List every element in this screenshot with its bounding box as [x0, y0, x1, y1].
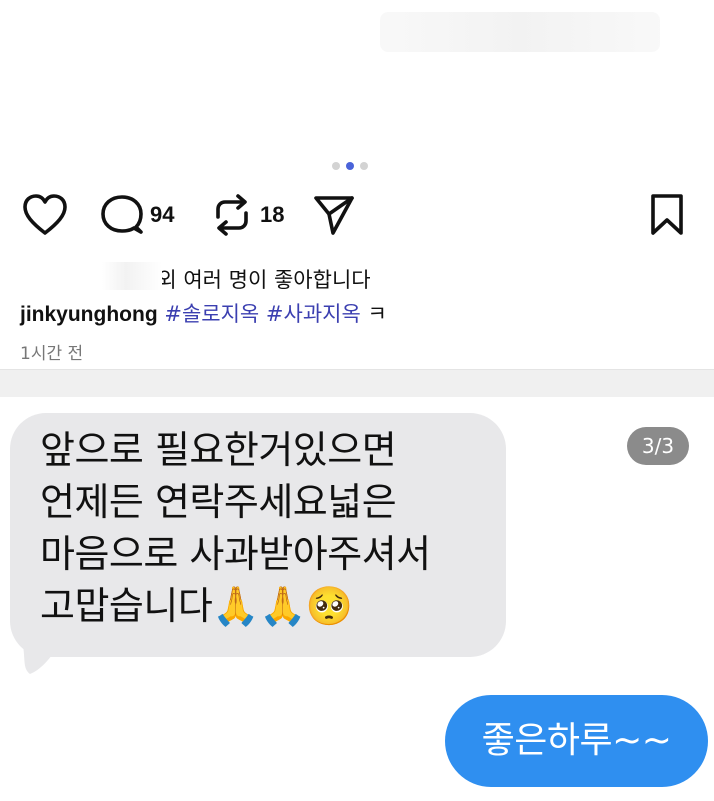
- repost-button[interactable]: 18: [210, 193, 284, 237]
- save-button[interactable]: [648, 193, 686, 237]
- send-icon: [314, 196, 354, 235]
- outgoing-message-bubble: 좋은하루~~: [445, 695, 708, 787]
- carousel-dot[interactable]: [360, 162, 368, 170]
- username-link[interactable]: jinkyunghong: [20, 303, 158, 326]
- post-caption: jinkyunghong #솔로지옥 #사과지옥 ㅋ: [20, 298, 387, 328]
- blurred-username: [102, 262, 162, 290]
- section-divider: [0, 369, 714, 397]
- share-button[interactable]: [312, 193, 356, 237]
- post-timestamp: 1시간 전: [20, 344, 84, 364]
- hashtag-link[interactable]: #솔로지옥: [164, 302, 259, 326]
- bubble-tail: [22, 640, 62, 674]
- heart-icon: [23, 194, 67, 235]
- action-bar: 94 18: [0, 193, 714, 241]
- hashtag-link[interactable]: #사과지옥: [266, 302, 361, 326]
- repost-count: 18: [260, 202, 285, 227]
- carousel-dot-active[interactable]: [346, 162, 354, 170]
- like-button[interactable]: [22, 193, 68, 237]
- carousel-indicator: [332, 162, 368, 170]
- comment-count: 94: [150, 202, 175, 227]
- caption-text: ㅋ: [367, 302, 387, 326]
- comment-icon: [101, 195, 143, 234]
- incoming-message-text: 앞으로 필요한거있으면 언제든 연락주세요넓은 마음으로 사과받아주셔서 고맙습…: [40, 428, 431, 628]
- post-image-area: [0, 0, 714, 150]
- repost-icon: [216, 194, 248, 236]
- carousel-dot[interactable]: [332, 162, 340, 170]
- bookmark-icon: [651, 194, 683, 235]
- page-indicator-badge: 3/3: [627, 427, 689, 465]
- comment-button[interactable]: 94: [100, 193, 174, 237]
- blurred-overlay: [380, 12, 660, 52]
